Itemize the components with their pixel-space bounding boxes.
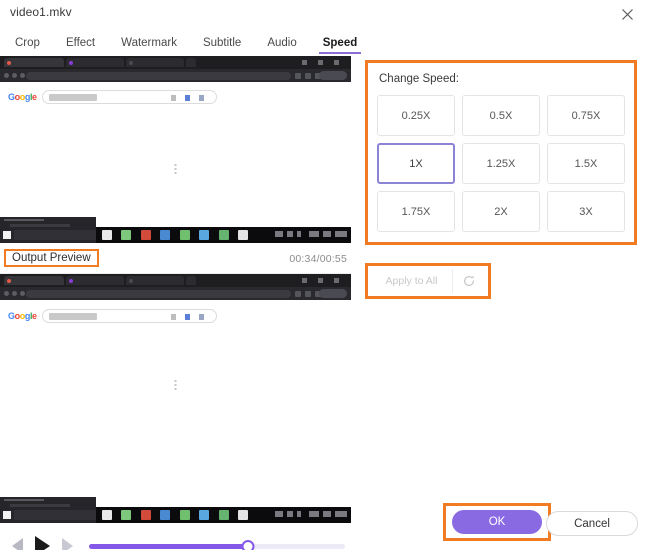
timecode-label: 00:34/00:55 bbox=[289, 253, 347, 265]
os-taskbar-output bbox=[0, 497, 351, 523]
playback-slider-handle[interactable] bbox=[241, 540, 255, 550]
speed-options-grid: 0.25X 0.5X 0.75X 1X 1.25X 1.5X 1.75X 2X … bbox=[377, 95, 625, 232]
speed-option-0.75x[interactable]: 0.75X bbox=[547, 95, 625, 136]
tab-effect[interactable]: Effect bbox=[64, 37, 97, 49]
ok-button[interactable]: OK bbox=[452, 510, 542, 534]
browser-window-bar-output bbox=[0, 274, 351, 287]
google-search-area: Google bbox=[0, 82, 351, 112]
previous-frame-icon[interactable] bbox=[12, 538, 23, 550]
file-name-label: video1.mkv bbox=[10, 5, 72, 19]
output-preview-highlight: Output Preview bbox=[4, 249, 99, 267]
browser-window-bar bbox=[0, 56, 351, 69]
page-body-output bbox=[0, 332, 351, 523]
search-input[interactable] bbox=[42, 90, 217, 104]
output-preview: Google bbox=[0, 274, 351, 526]
speed-option-1.5x[interactable]: 1.5X bbox=[547, 143, 625, 184]
tab-speed[interactable]: Speed bbox=[318, 37, 361, 54]
browser-url-bar-output bbox=[0, 287, 351, 300]
tab-subtitle[interactable]: Subtitle bbox=[201, 37, 243, 49]
play-icon[interactable] bbox=[35, 536, 50, 550]
apply-to-all-highlight: Apply to All bbox=[365, 263, 491, 299]
speed-option-1.75x[interactable]: 1.75X bbox=[377, 191, 455, 232]
tab-watermark[interactable]: Watermark bbox=[119, 37, 179, 49]
search-input-output[interactable] bbox=[42, 309, 217, 323]
google-logo: Google bbox=[8, 92, 37, 102]
tab-crop[interactable]: Crop bbox=[13, 37, 42, 49]
close-icon[interactable] bbox=[616, 3, 638, 25]
tab-audio[interactable]: Audio bbox=[265, 37, 298, 49]
os-taskbar bbox=[0, 217, 351, 243]
speed-option-3x[interactable]: 3X bbox=[547, 191, 625, 232]
output-preview-label: Output Preview bbox=[12, 252, 91, 264]
speed-option-1x[interactable]: 1X bbox=[377, 143, 455, 184]
speed-option-0.25x[interactable]: 0.25X bbox=[377, 95, 455, 136]
title-bar: video1.mkv bbox=[0, 0, 646, 28]
apply-to-all-button[interactable]: Apply to All bbox=[371, 269, 453, 293]
source-preview: Google bbox=[0, 56, 351, 246]
change-speed-panel: Change Speed: 0.25X 0.5X 0.75X 1X 1.25X … bbox=[365, 60, 637, 245]
speed-option-1.25x[interactable]: 1.25X bbox=[462, 143, 540, 184]
speed-editor-dialog: video1.mkv Crop Effect Watermark Subtitl… bbox=[0, 0, 646, 550]
speed-option-2x[interactable]: 2X bbox=[462, 191, 540, 232]
browser-url-bar bbox=[0, 69, 351, 82]
speed-option-0.5x[interactable]: 0.5X bbox=[462, 95, 540, 136]
next-frame-icon[interactable] bbox=[62, 538, 73, 550]
playback-slider[interactable] bbox=[89, 540, 345, 550]
change-speed-title: Change Speed: bbox=[379, 73, 459, 85]
settings-panel: Change Speed: 0.25X 0.5X 0.75X 1X 1.25X … bbox=[351, 56, 646, 550]
google-search-area-output: Google bbox=[0, 300, 351, 332]
google-logo-output: Google bbox=[8, 311, 37, 321]
ok-button-highlight: OK bbox=[443, 503, 551, 541]
player-controls bbox=[0, 526, 351, 550]
cancel-button[interactable]: Cancel bbox=[546, 511, 638, 536]
page-body bbox=[0, 112, 351, 243]
preview-column: Google Output Preview 00:34/00:55 Google bbox=[0, 56, 351, 550]
reset-icon[interactable] bbox=[453, 269, 485, 293]
editor-tab-bar: Crop Effect Watermark Subtitle Audio Spe… bbox=[0, 30, 361, 56]
playback-slider-fill bbox=[89, 544, 248, 549]
output-preview-bar: Output Preview 00:34/00:55 bbox=[0, 246, 351, 274]
